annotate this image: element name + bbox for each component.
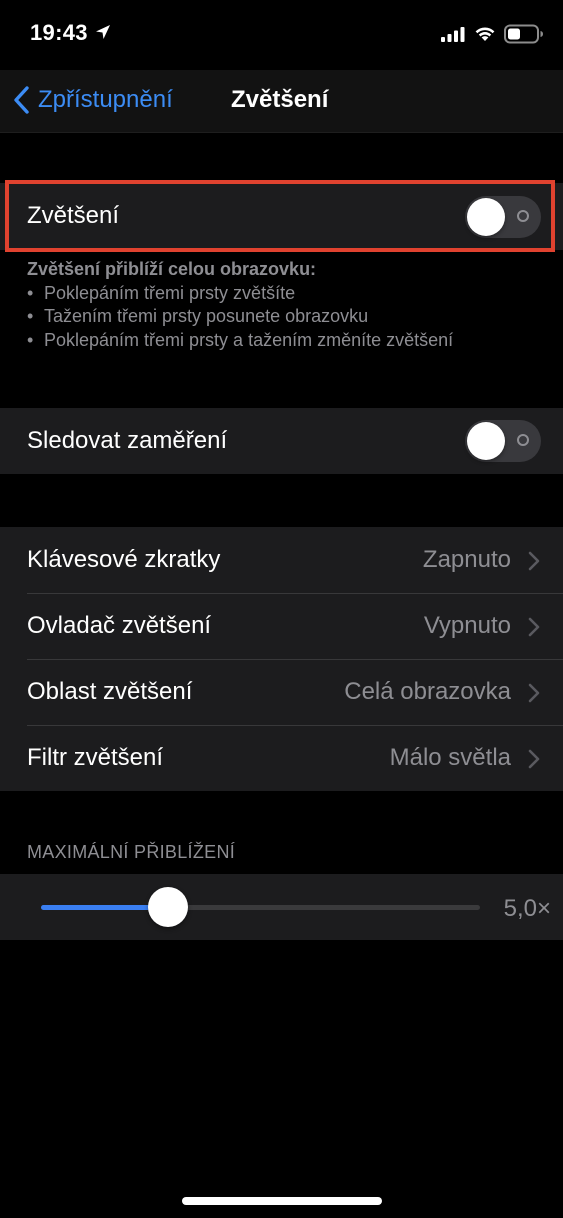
description-bullet: Poklepáním třemi prsty zvětšíte [27,282,547,306]
option-value: Málo světla [389,744,511,771]
zoom-toggle-label: Zvětšení [27,202,120,229]
option-label: Oblast zvětšení [27,678,193,705]
max-zoom-group: 5,0× [0,874,563,940]
option-label: Klávesové zkratky [27,546,221,573]
option-row-zoom-region[interactable]: Oblast zvětšení Celá obrazovka [0,659,563,725]
navigation-bar: Zpřístupnění Zvětšení [0,70,563,133]
page-title: Zvětšení [231,86,329,113]
follow-focus-label: Sledovat zaměření [27,427,228,454]
max-zoom-slider[interactable] [41,887,480,927]
follow-focus-switch[interactable] [465,420,541,462]
zoom-toggle-row: Zvětšení [0,183,563,249]
follow-focus-group: Sledovat zaměření [0,408,563,474]
chevron-right-icon [528,551,540,571]
max-zoom-header: MAXIMÁLNÍ PŘIBLÍŽENÍ [27,842,236,862]
option-value: Vypnuto [423,612,511,639]
option-row-keyboard-shortcuts[interactable]: Klávesové zkratky Zapnuto [0,527,563,593]
zoom-description: Zvětšení přiblíží celou obrazovku: Pokle… [27,258,547,352]
option-value: Celá obrazovka [344,678,511,705]
zoom-toggle-switch[interactable] [465,196,541,238]
zoom-description-title: Zvětšení přiblíží celou obrazovku: [27,259,317,279]
chevron-right-icon [528,749,540,769]
status-time: 19:43 [30,20,88,45]
wifi-icon [475,27,495,41]
battery-icon [504,24,543,44]
description-bullet: Tažením třemi prsty posunete obrazovku [27,305,547,329]
follow-focus-row: Sledovat zaměření [0,408,563,474]
option-value: Zapnuto [422,546,511,573]
option-row-zoom-controller[interactable]: Ovladač zvětšení Vypnuto [0,593,563,659]
description-bullet: Poklepáním třemi prsty a tažením změníte… [27,329,547,353]
chevron-right-icon [528,617,540,637]
option-label: Filtr zvětšení [27,744,164,771]
chevron-right-icon [528,683,540,703]
location-arrow-icon [96,25,110,39]
back-button-label: Zpřístupnění [38,86,173,113]
zoom-toggle-group: Zvětšení [0,183,563,250]
home-indicator[interactable] [182,1197,382,1205]
option-row-zoom-filter[interactable]: Filtr zvětšení Málo světla [0,725,563,791]
switch-off-icon [517,434,529,446]
switch-knob [467,198,505,236]
zoom-options-group: Klávesové zkratky Zapnuto Ovladač zvětše… [0,527,563,791]
slider-thumb[interactable] [148,887,188,927]
switch-off-icon [517,210,529,222]
switch-knob [467,422,505,460]
max-zoom-value: 5,0× [503,895,551,922]
status-bar: 19:43 [0,0,563,70]
back-button[interactable]: Zpřístupnění [12,82,173,118]
option-label: Ovladač zvětšení [27,612,212,639]
cellular-signal-icon [441,27,465,42]
chevron-left-icon [14,86,29,114]
